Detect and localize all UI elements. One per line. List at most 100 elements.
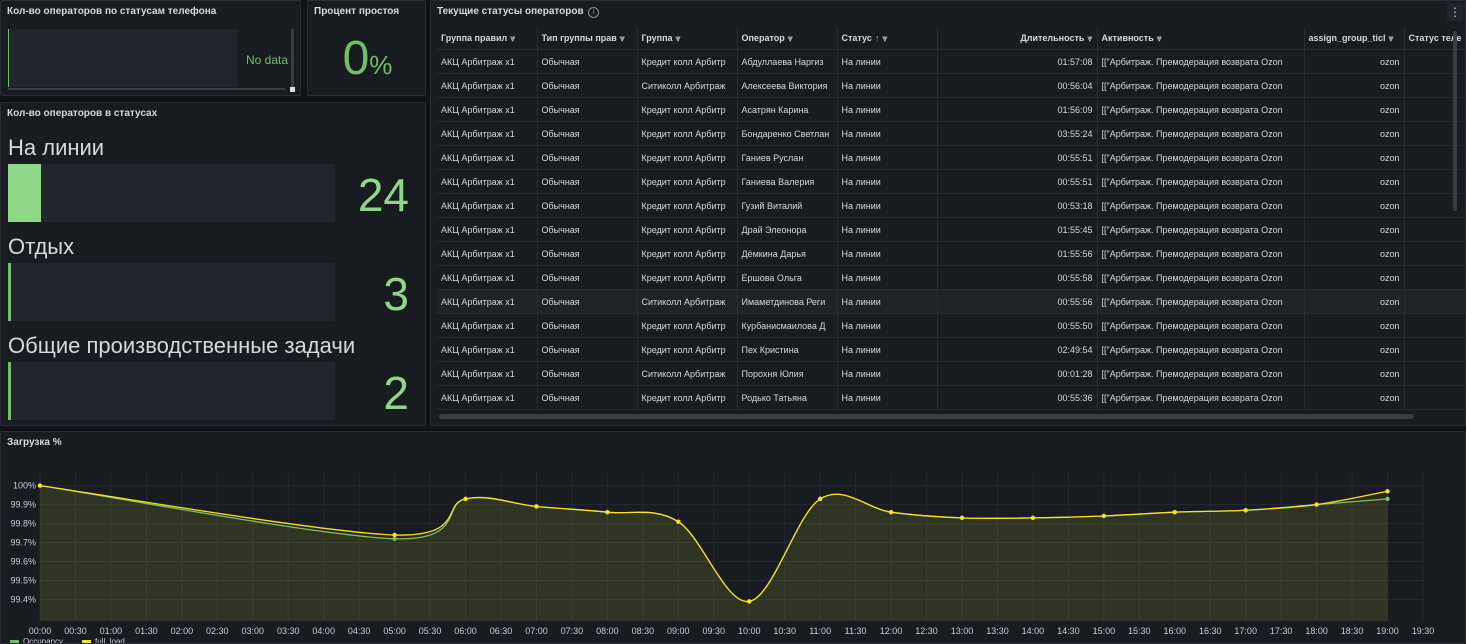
- bar-gauge-rest: [8, 263, 335, 321]
- load-chart-panel: Загрузка % 100% 99.9% 99.8% 99.7% 99.6% 99.5%…: [0, 431, 1466, 644]
- column-header[interactable]: Группа ⩔: [637, 27, 738, 50]
- table-cell: Обычная: [537, 145, 638, 170]
- column-header[interactable]: assign_group_ticl ⩔: [1304, 27, 1405, 50]
- table-cell: 00:53:18: [937, 193, 1098, 218]
- table-row[interactable]: АКЦ Арбитраж x1 Обычная Ситиколл Арбитраж П…: [437, 361, 1465, 386]
- column-header-label: Статус: [841, 32, 872, 43]
- table-cell: [["Арбитраж. Премодерация возврата Ozon: [1097, 241, 1305, 266]
- table-cell: Асатрян Карина: [737, 97, 838, 122]
- table-cell: Ситиколл Арбитраж: [637, 289, 738, 314]
- x-tick-label: 08:30: [632, 626, 655, 636]
- x-tick-label: 09:30: [703, 626, 726, 636]
- x-tick-label: 14:30: [1057, 626, 1080, 636]
- filter-icon[interactable]: ⩔: [676, 33, 681, 43]
- panel-title: Текущие статусы операторов: [437, 6, 584, 17]
- table-row[interactable]: АКЦ Арбитраж x1 Обычная Кредит колл Арбитр…: [437, 49, 1465, 74]
- resize-handle[interactable]: [290, 87, 295, 92]
- table-row[interactable]: АКЦ Арбитраж x1 Обычная Кредит колл Арбитр…: [437, 241, 1465, 266]
- x-tick-label: 04:30: [348, 626, 371, 636]
- table-row[interactable]: АКЦ Арбитраж x1 Обычная Кредит колл Арбитр…: [437, 121, 1465, 146]
- table-cell: На линии: [837, 49, 938, 74]
- legend-label: Occupancy: [23, 637, 63, 644]
- table-cell: Гузий Виталий: [737, 193, 838, 218]
- table-cell: Пех Кристина: [737, 337, 838, 362]
- filter-icon[interactable]: ⩔: [1157, 33, 1162, 43]
- info-icon[interactable]: i: [588, 7, 599, 18]
- column-header-label: Группа: [641, 32, 673, 43]
- column-header[interactable]: Длительность ⩔: [937, 27, 1098, 50]
- data-point: [1314, 502, 1319, 507]
- filter-icon[interactable]: ⩔: [1087, 33, 1092, 43]
- x-tick-label: 17:30: [1270, 626, 1293, 636]
- table-cell: ozon: [1304, 289, 1405, 314]
- table-row[interactable]: АКЦ Арбитраж x1 Обычная Кредит колл Арбитр…: [437, 265, 1465, 290]
- panel-title: Кол-во операторов по статусам телефона: [7, 6, 217, 17]
- table-row[interactable]: АКЦ Арбитраж x1 Обычная Кредит колл Арбитр…: [437, 385, 1465, 410]
- table-cell: 01:55:56: [937, 241, 1098, 266]
- column-header[interactable]: Группа правил ⩔: [437, 27, 538, 50]
- table-cell: Ганиев Руслан: [737, 145, 838, 170]
- column-header[interactable]: Статус ↑ ⩔: [837, 27, 938, 50]
- filter-icon[interactable]: ⩔: [620, 33, 625, 43]
- table-cell: 00:01:28: [937, 361, 1098, 386]
- x-tick-label: 16:00: [1164, 626, 1187, 636]
- sort-asc-icon[interactable]: ↑: [875, 33, 880, 43]
- table-row[interactable]: АКЦ Арбитраж x1 Обычная Кредит колл Арбитр…: [437, 145, 1465, 170]
- table-row[interactable]: АКЦ Арбитраж x1 Обычная Кредит колл Арбитр…: [437, 217, 1465, 242]
- table-row[interactable]: АКЦ Арбитраж x1 Обычная Ситиколл Арбитраж А…: [437, 73, 1465, 98]
- bar-gauge-tasks: [8, 362, 335, 420]
- table-cell: АКЦ Арбитраж x1: [437, 121, 538, 146]
- x-tick-label: 03:00: [242, 626, 265, 636]
- panel-menu-icon[interactable]: ⋮: [1447, 3, 1463, 21]
- table-row[interactable]: АКЦ Арбитраж x1 Обычная Кредит колл Арбитр…: [437, 313, 1465, 338]
- table-row[interactable]: АКЦ Арбитраж x1 Обычная Ситиколл Арбитраж И…: [437, 289, 1465, 314]
- table-cell: Кредит колл Арбитр: [637, 241, 738, 266]
- table-row[interactable]: АКЦ Арбитраж x1 Обычная Кредит колл Арбитр…: [437, 97, 1465, 122]
- table-cell: [["Арбитраж. Премодерация возврата Ozon: [1097, 73, 1305, 98]
- x-tick-label: 06:00: [454, 626, 477, 636]
- table-cell: Кредит колл Арбитр: [637, 217, 738, 242]
- table-cell: На линии: [837, 241, 938, 266]
- table-cell: Кредит колл Арбитр: [637, 337, 738, 362]
- legend-label: full_load: [95, 637, 125, 644]
- bar-value-tasks: 2: [383, 367, 409, 419]
- table-cell: [["Арбитраж. Премодерация возврата Ozon: [1097, 385, 1305, 410]
- filter-icon[interactable]: ⩔: [882, 33, 887, 43]
- horizontal-scrollbar[interactable]: [8, 88, 285, 90]
- table-cell: ozon: [1304, 241, 1405, 266]
- table-cell: 00:56:04: [937, 73, 1098, 98]
- column-header[interactable]: Тип группы прав ⩔: [537, 27, 638, 50]
- table-cell: ozon: [1304, 145, 1405, 170]
- vertical-scrollbar[interactable]: [1453, 31, 1457, 211]
- filter-icon[interactable]: ⩔: [788, 33, 793, 43]
- table-cell: АКЦ Арбитраж x1: [437, 97, 538, 122]
- table-row[interactable]: АКЦ Арбитраж x1 Обычная Кредит колл Арбитр…: [437, 337, 1465, 362]
- table-row[interactable]: АКЦ Арбитраж x1 Обычная Кредит колл Арбитр…: [437, 193, 1465, 218]
- column-header[interactable]: Оператор ⩔: [737, 27, 838, 50]
- table-cell: АКЦ Арбитраж x1: [437, 241, 538, 266]
- table-cell: АКЦ Арбитраж x1: [437, 217, 538, 242]
- load-line-chart: 100% 99.9% 99.8% 99.7% 99.6% 99.5% 99.4% 00:00 0…: [10, 472, 1435, 644]
- table-cell: На линии: [837, 337, 938, 362]
- table-cell: На линии: [837, 361, 938, 386]
- table-cell: Кредит колл Арбитр: [637, 145, 738, 170]
- x-tick-label: 02:30: [206, 626, 229, 636]
- table-cell: Родько Татьяна: [737, 385, 838, 410]
- status-counts-panel: Кол-во операторов в статусах На линии 24…: [0, 102, 426, 426]
- filter-icon[interactable]: ⩔: [1389, 33, 1394, 43]
- x-tick-label: 07:30: [561, 626, 584, 636]
- table-cell: Обычная: [537, 169, 638, 194]
- vertical-scrollbar[interactable]: [291, 29, 294, 87]
- column-header-label: Активность: [1101, 32, 1154, 43]
- x-tick-label: 01:00: [100, 626, 123, 636]
- y-tick-label: 99.6%: [10, 557, 36, 567]
- filter-icon[interactable]: ⩔: [510, 33, 515, 43]
- column-header[interactable]: Активность ⩔: [1097, 27, 1305, 50]
- table-cell: На линии: [837, 265, 938, 290]
- x-tick-label: 19:30: [1412, 626, 1435, 636]
- column-header-label: Тип группы прав: [541, 32, 617, 43]
- table-cell: 01:57:08: [937, 49, 1098, 74]
- horizontal-scrollbar[interactable]: [439, 414, 1414, 419]
- table-row[interactable]: АКЦ Арбитраж x1 Обычная Кредит колл Арбитр…: [437, 169, 1465, 194]
- table-cell: 00:55:50: [937, 313, 1098, 338]
